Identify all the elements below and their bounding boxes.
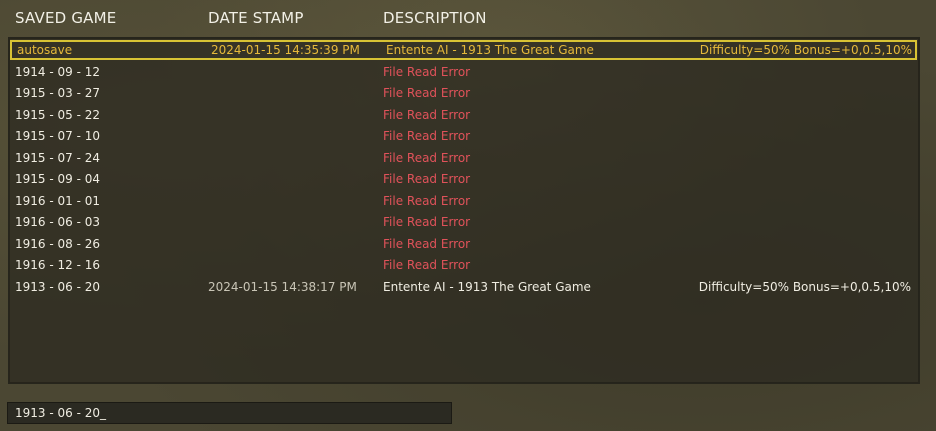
saved-game-description: File Read Error (383, 236, 471, 251)
saved-game-row[interactable]: 1916 - 08 - 26 File Read Error (9, 234, 917, 254)
saved-game-settings: Difficulty=50% Bonus=+0,0.5,10% (699, 43, 912, 57)
saved-game-name: autosave (17, 43, 73, 57)
saved-game-description: File Read Error (383, 172, 471, 186)
saved-game-description: Entente AI - 1913 The Great Game (386, 43, 594, 57)
saved-games-list[interactable]: autosave 2024-01-15 14:35:39 PM Entente AI… (8, 37, 920, 384)
saved-game-settings: Difficulty=50% Bonus=+0,0.5,10% (698, 279, 911, 294)
saved-game-row[interactable]: autosave 2024-01-15 14:35:39 PM Entente AI… (10, 40, 917, 60)
saved-game-row[interactable]: 1915 - 07 - 10 File Read Error (9, 126, 917, 146)
saved-game-name: 1915 - 03 - 27 (15, 86, 100, 100)
filename-input-text: 1913 - 06 - 20_ (15, 406, 106, 420)
saved-game-description: Entente AI - 1913 The Great Game (383, 279, 591, 294)
saved-game-description: File Read Error (383, 215, 471, 229)
column-header-bar: SAVED GAME DATE STAMP DESCRIPTION (0, 0, 936, 36)
saved-game-row[interactable]: 1913 - 06 - 20 2024-01-15 14:38:17 PM Ente… (9, 277, 917, 297)
saved-game-name: 1916 - 06 - 03 (15, 215, 100, 229)
saved-game-description: File Read Error (383, 107, 471, 122)
saved-game-date: 2024-01-15 14:35:39 PM (211, 43, 360, 57)
column-header-date-stamp[interactable]: DATE STAMP (208, 9, 304, 27)
filename-input[interactable]: 1913 - 06 - 20_ (7, 402, 452, 424)
saved-game-date: 2024-01-15 14:38:17 PM (208, 279, 357, 294)
saved-game-row[interactable]: 1916 - 12 - 16 File Read Error (9, 255, 917, 275)
saved-game-name: 1916 - 12 - 16 (15, 258, 100, 272)
saved-game-row[interactable]: 1916 - 06 - 03 File Read Error (9, 212, 917, 232)
saved-game-row[interactable]: 1915 - 09 - 04 File Read Error (9, 169, 917, 189)
saved-game-row[interactable]: 1915 - 03 - 27 File Read Error (9, 83, 917, 103)
saved-game-row[interactable]: 1914 - 09 - 12 File Read Error (9, 62, 917, 82)
saved-game-description: File Read Error (383, 129, 471, 143)
saved-game-row[interactable]: 1916 - 01 - 01 File Read Error (9, 191, 917, 211)
saved-game-name: 1915 - 09 - 04 (15, 172, 100, 186)
saved-game-name: 1915 - 07 - 24 (15, 150, 100, 165)
saved-game-name: 1914 - 09 - 12 (15, 64, 100, 79)
saved-game-description: File Read Error (383, 258, 471, 272)
saved-game-name: 1915 - 05 - 22 (15, 107, 100, 122)
saved-game-description: File Read Error (383, 64, 471, 79)
saved-game-description: File Read Error (383, 86, 471, 100)
saved-game-description: File Read Error (383, 193, 471, 208)
saved-game-name: 1916 - 08 - 26 (15, 236, 100, 251)
saved-game-row[interactable]: 1915 - 07 - 24 File Read Error (9, 148, 917, 168)
saved-game-name: 1916 - 01 - 01 (15, 193, 100, 208)
saved-game-name: 1915 - 07 - 10 (15, 129, 100, 143)
saved-game-description: File Read Error (383, 150, 471, 165)
saved-game-row[interactable]: 1915 - 05 - 22 File Read Error (9, 105, 917, 125)
column-header-saved-game[interactable]: SAVED GAME (15, 9, 116, 27)
saved-game-name: 1913 - 06 - 20 (15, 279, 100, 294)
column-header-description[interactable]: DESCRIPTION (383, 9, 487, 27)
